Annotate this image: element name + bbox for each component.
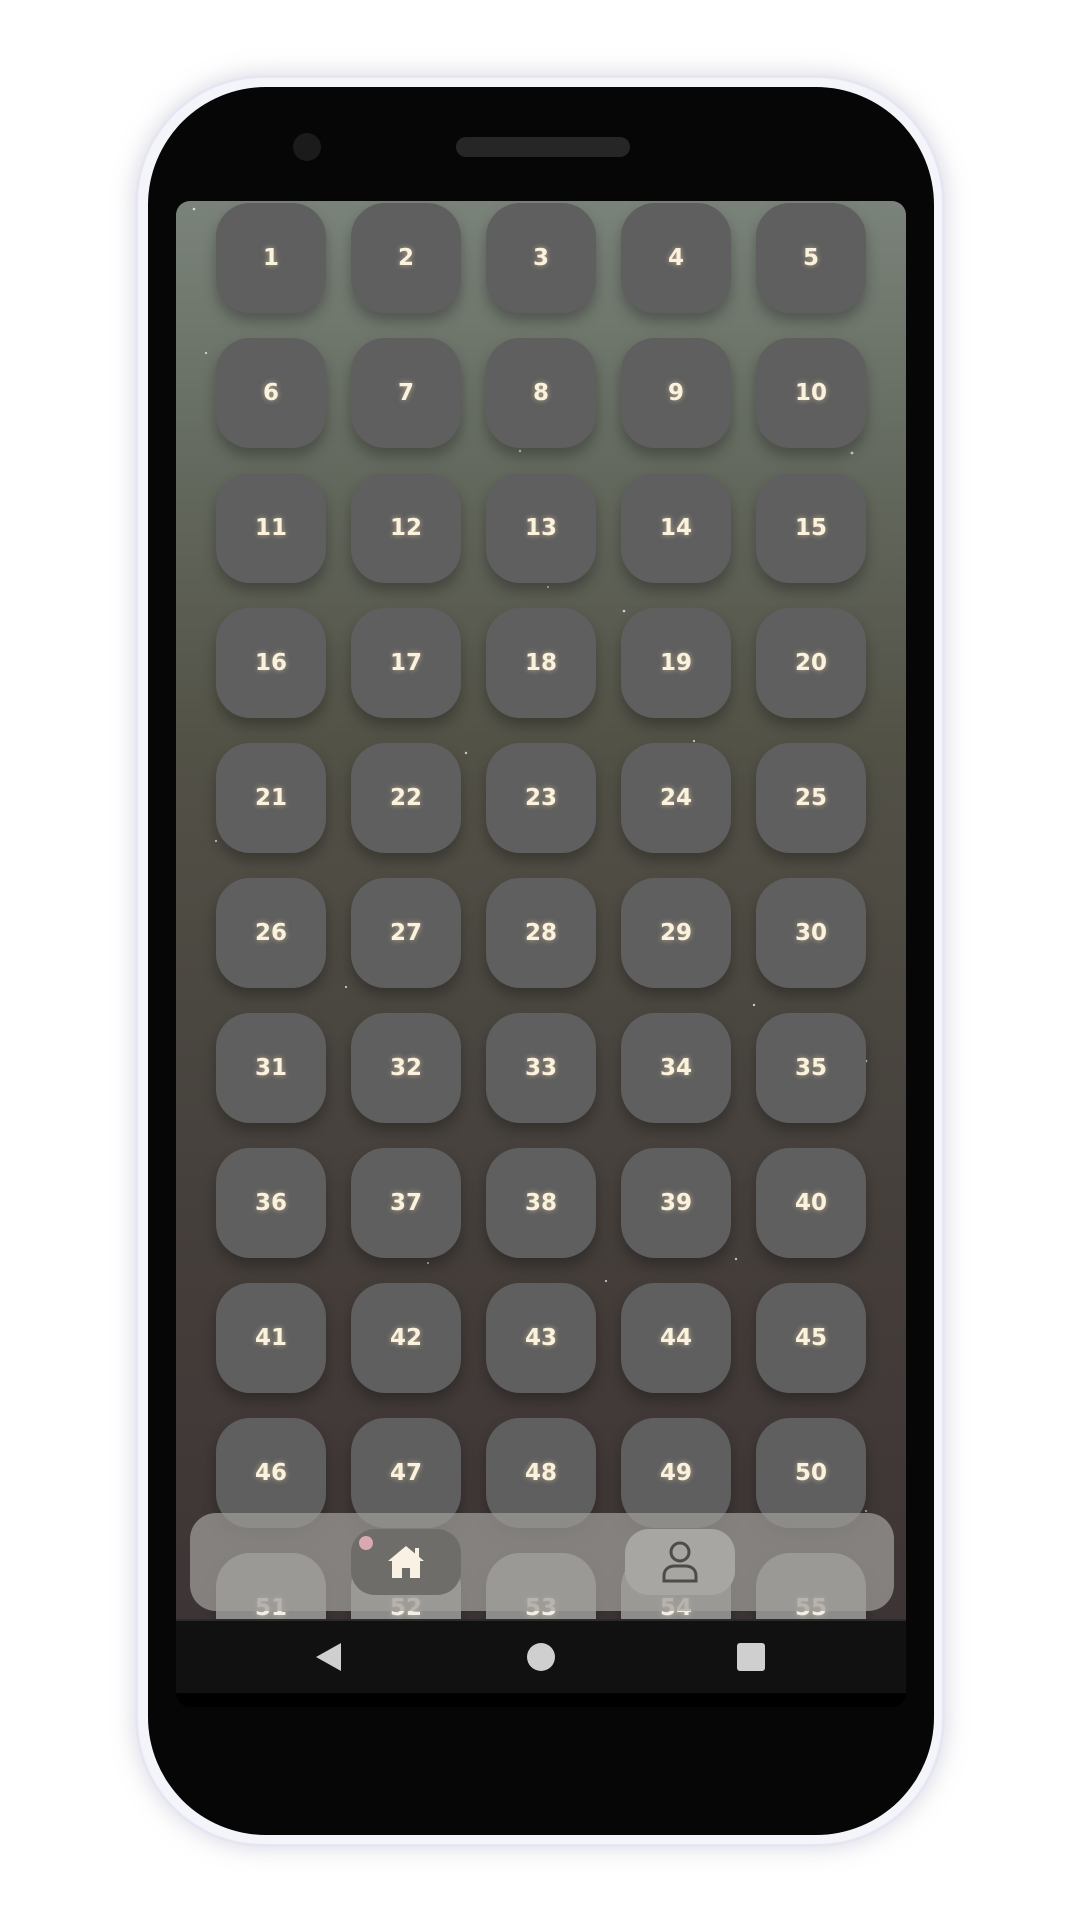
number-tile[interactable]: 39	[621, 1148, 731, 1258]
number-tile[interactable]: 20	[756, 608, 866, 718]
number-tile[interactable]: 12	[351, 473, 461, 583]
home-icon	[388, 1546, 424, 1578]
number-tile[interactable]: 24	[621, 743, 731, 853]
system-home-button[interactable]	[521, 1637, 561, 1677]
number-tile[interactable]: 2	[351, 203, 461, 313]
number-tile[interactable]: 29	[621, 878, 731, 988]
number-tile[interactable]: 43	[486, 1283, 596, 1393]
number-tile[interactable]: 46	[216, 1418, 326, 1528]
earpiece-speaker	[456, 137, 630, 157]
front-camera	[293, 133, 321, 161]
number-tile[interactable]: 22	[351, 743, 461, 853]
number-tile[interactable]: 10	[756, 338, 866, 448]
number-tile[interactable]: 27	[351, 878, 461, 988]
number-tile[interactable]: 6	[216, 338, 326, 448]
number-tile[interactable]: 5	[756, 203, 866, 313]
number-tile[interactable]: 34	[621, 1013, 731, 1123]
back-triangle-icon	[316, 1643, 341, 1671]
number-tile[interactable]: 44	[621, 1283, 731, 1393]
number-tile[interactable]: 42	[351, 1283, 461, 1393]
system-navigation-bar	[176, 1619, 906, 1695]
system-back-button[interactable]	[308, 1637, 348, 1677]
number-tile[interactable]: 18	[486, 608, 596, 718]
user-icon	[662, 1541, 698, 1583]
number-tile[interactable]: 28	[486, 878, 596, 988]
number-tile[interactable]: 16	[216, 608, 326, 718]
number-tile[interactable]: 49	[621, 1418, 731, 1528]
number-tile[interactable]: 33	[486, 1013, 596, 1123]
number-tile[interactable]: 23	[486, 743, 596, 853]
number-tile[interactable]: 4	[621, 203, 731, 313]
number-tile[interactable]: 14	[621, 473, 731, 583]
number-tile[interactable]: 26	[216, 878, 326, 988]
number-tile[interactable]: 37	[351, 1148, 461, 1258]
number-tile[interactable]: 38	[486, 1148, 596, 1258]
number-tile[interactable]: 32	[351, 1013, 461, 1123]
number-tile[interactable]: 9	[621, 338, 731, 448]
number-tile[interactable]: 7	[351, 338, 461, 448]
number-tile[interactable]: 41	[216, 1283, 326, 1393]
recents-square-icon	[737, 1643, 765, 1671]
number-tile[interactable]: 1	[216, 203, 326, 313]
number-tile[interactable]: 47	[351, 1418, 461, 1528]
number-grid: 1 2 3 4 5 6 7 8 9 10 11 12 13 14 15 16 17 18 19 20 21 22 23 24 2…	[176, 201, 906, 1619]
home-circle-icon	[527, 1643, 555, 1671]
bottom-navigation-bar	[190, 1513, 894, 1611]
app-screen: 1 2 3 4 5 6 7 8 9 10 11 12 13 14 15 16 17 18 19 20 21 22 23 24 2…	[176, 201, 906, 1619]
number-tile[interactable]: 25	[756, 743, 866, 853]
number-tile[interactable]: 11	[216, 473, 326, 583]
number-tile[interactable]: 21	[216, 743, 326, 853]
system-recents-button[interactable]	[731, 1637, 771, 1677]
number-tile[interactable]: 8	[486, 338, 596, 448]
number-tile[interactable]: 17	[351, 608, 461, 718]
number-tile[interactable]: 19	[621, 608, 731, 718]
number-tile[interactable]: 40	[756, 1148, 866, 1258]
number-tile[interactable]: 30	[756, 878, 866, 988]
screen-bottom-edge	[176, 1693, 906, 1707]
nav-home-button[interactable]	[351, 1529, 461, 1595]
number-tile[interactable]: 35	[756, 1013, 866, 1123]
number-tile[interactable]: 48	[486, 1418, 596, 1528]
number-tile[interactable]: 31	[216, 1013, 326, 1123]
number-tile[interactable]: 3	[486, 203, 596, 313]
number-tile[interactable]: 13	[486, 473, 596, 583]
number-tile[interactable]: 50	[756, 1418, 866, 1528]
number-tile[interactable]: 15	[756, 473, 866, 583]
nav-profile-button[interactable]	[625, 1529, 735, 1595]
number-tile[interactable]: 45	[756, 1283, 866, 1393]
number-tile[interactable]: 36	[216, 1148, 326, 1258]
notification-dot	[359, 1536, 373, 1550]
